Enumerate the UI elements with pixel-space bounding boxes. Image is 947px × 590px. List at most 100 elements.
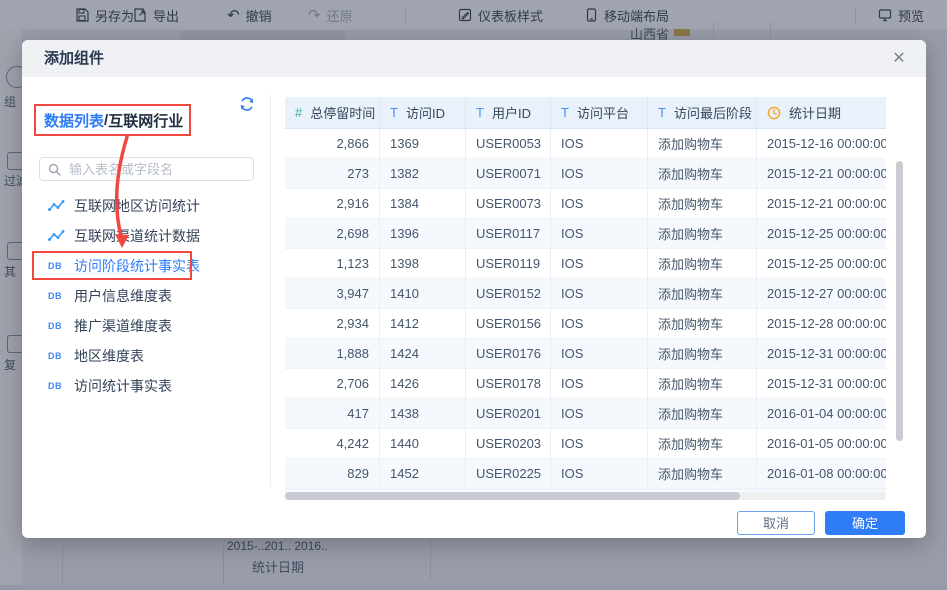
table-cell: IOS [551, 399, 648, 429]
clock-icon [767, 106, 781, 119]
table-row: 829 1452 USER0225 IOS 添加购物车 2016-01-08 00:00:… [285, 459, 886, 489]
column-header-label: 访问最后阶段 [673, 106, 752, 121]
add-component-modal: 添加组件 ✕ 数据列表/互联网行业 互联网地区访问统计互联网渠道统计数据 DB 访问… [22, 40, 926, 538]
table-cell: USER0203 [466, 429, 551, 459]
dataset-table-item-4[interactable]: DB 用户信息维度表 [22, 281, 270, 311]
table-cell: 2015-12-16 00:00:00 [757, 129, 886, 159]
dataset-table-item-5[interactable]: DB 推广渠道维度表 [22, 311, 270, 341]
column-header-3[interactable]: T 用户ID [466, 97, 551, 128]
column-header-1[interactable]: # 总停留时间 [285, 97, 380, 128]
dataset-table-item-3[interactable]: DB 访问阶段统计事实表 [22, 251, 270, 281]
table-cell: 2,706 [285, 369, 380, 399]
dataset-table-item-7[interactable]: DB 访问统计事实表 [22, 371, 270, 401]
breadcrumb-root-link[interactable]: 数据列表 [44, 110, 104, 131]
dataset-table-item-2[interactable]: 互联网渠道统计数据 [22, 221, 270, 251]
table-cell: USER0225 [466, 459, 551, 489]
dataset-breadcrumb-annotation-box: 数据列表 / 互联网行业 [34, 104, 191, 136]
table-cell: IOS [551, 429, 648, 459]
table-cell: 添加购物车 [648, 189, 757, 219]
search-input[interactable] [67, 160, 253, 178]
column-header-label: 访问平台 [576, 106, 629, 121]
table-cell: 2016-01-04 00:00:00 [757, 399, 886, 429]
table-cell: IOS [551, 129, 648, 159]
database-icon: DB [48, 351, 62, 361]
table-cell: 1452 [380, 459, 466, 489]
table-cell: 1,888 [285, 339, 380, 369]
data-preview-table: # 总停留时间 T 访问ID T 用户ID T 访问平台 T 访问最后阶段 统计日期 2,866 13… [285, 97, 886, 493]
table-cell: 添加购物车 [648, 219, 757, 249]
table-cell: 273 [285, 159, 380, 189]
table-cell: 添加购物车 [648, 369, 757, 399]
line-chart-icon [48, 200, 65, 211]
table-search [39, 157, 254, 181]
line-chart-icon [48, 230, 65, 241]
table-cell: USER0152 [466, 279, 551, 309]
table-cell: 2015-12-27 00:00:00 [757, 279, 886, 309]
dataset-table-label: 推广渠道维度表 [74, 318, 172, 334]
table-row: 2,706 1426 USER0178 IOS 添加购物车 2015-12-31 00:0… [285, 369, 886, 399]
column-header-6[interactable]: 统计日期 [757, 97, 886, 128]
cancel-button[interactable]: 取消 [737, 511, 815, 535]
table-row: 3,947 1410 USER0152 IOS 添加购物车 2015-12-27 00:0… [285, 279, 886, 309]
table-cell: USER0176 [466, 339, 551, 369]
horizontal-scrollbar-thumb[interactable] [285, 492, 740, 500]
dataset-table-label: 访问统计事实表 [74, 378, 172, 394]
table-cell: 1396 [380, 219, 466, 249]
table-cell: 4,242 [285, 429, 380, 459]
table-cell: USER0053 [466, 129, 551, 159]
table-cell: USER0156 [466, 309, 551, 339]
table-cell: 添加购物车 [648, 249, 757, 279]
table-cell: 3,947 [285, 279, 380, 309]
table-cell: 2,916 [285, 189, 380, 219]
table-cell: 1426 [380, 369, 466, 399]
column-header-4[interactable]: T 访问平台 [551, 97, 648, 128]
table-row: 2,866 1369 USER0053 IOS 添加购物车 2015-12-16 00:0… [285, 129, 886, 159]
table-cell: IOS [551, 339, 648, 369]
table-cell: USER0117 [466, 219, 551, 249]
table-cell: IOS [551, 189, 648, 219]
modal-title: 添加组件 [44, 50, 105, 67]
column-header-2[interactable]: T 访问ID [380, 97, 466, 128]
table-cell: USER0201 [466, 399, 551, 429]
table-cell: 2,866 [285, 129, 380, 159]
horizontal-scrollbar-track [285, 492, 886, 500]
table-cell: 829 [285, 459, 380, 489]
table-cell: 添加购物车 [648, 339, 757, 369]
table-row: 2,916 1384 USER0073 IOS 添加购物车 2015-12-21 00:0… [285, 189, 886, 219]
table-cell: 添加购物车 [648, 459, 757, 489]
table-cell: 添加购物车 [648, 399, 757, 429]
table-cell: 1,123 [285, 249, 380, 279]
table-cell: 2,698 [285, 219, 380, 249]
table-row: 4,242 1440 USER0203 IOS 添加购物车 2016-01-05 00:0… [285, 429, 886, 459]
table-cell: USER0119 [466, 249, 551, 279]
table-cell: USER0071 [466, 159, 551, 189]
dataset-table-item-6[interactable]: DB 地区维度表 [22, 341, 270, 371]
dataset-table-item-1[interactable]: 互联网地区访问统计 [22, 191, 270, 221]
table-row: 417 1438 USER0201 IOS 添加购物车 2016-01-04 00:00:… [285, 399, 886, 429]
column-header-5[interactable]: T 访问最后阶段 [648, 97, 757, 128]
table-cell: IOS [551, 219, 648, 249]
table-cell: 1398 [380, 249, 466, 279]
table-cell: 2015-12-25 00:00:00 [757, 219, 886, 249]
text-type-icon: T [390, 105, 398, 120]
table-cell: 添加购物车 [648, 159, 757, 189]
close-icon[interactable]: ✕ [888, 48, 910, 70]
database-icon: DB [48, 381, 62, 391]
table-cell: 2015-12-21 00:00:00 [757, 189, 886, 219]
modal-header: 添加组件 ✕ [22, 40, 926, 77]
number-type-icon: # [295, 105, 303, 120]
search-icon [48, 163, 61, 176]
vertical-scrollbar[interactable] [896, 161, 903, 441]
table-cell: 417 [285, 399, 380, 429]
text-type-icon: T [658, 105, 666, 120]
sidebar-divider [270, 95, 271, 487]
text-type-icon: T [476, 105, 484, 120]
table-cell: 2016-01-08 00:00:00 [757, 459, 886, 489]
refresh-icon[interactable] [238, 95, 256, 113]
database-icon: DB [48, 321, 62, 331]
table-cell: 2015-12-31 00:00:00 [757, 369, 886, 399]
table-cell: 添加购物车 [648, 129, 757, 159]
table-row: 2,934 1412 USER0156 IOS 添加购物车 2015-12-28 00:0… [285, 309, 886, 339]
dataset-table-label: 用户信息维度表 [74, 288, 172, 304]
confirm-button[interactable]: 确定 [825, 511, 905, 535]
